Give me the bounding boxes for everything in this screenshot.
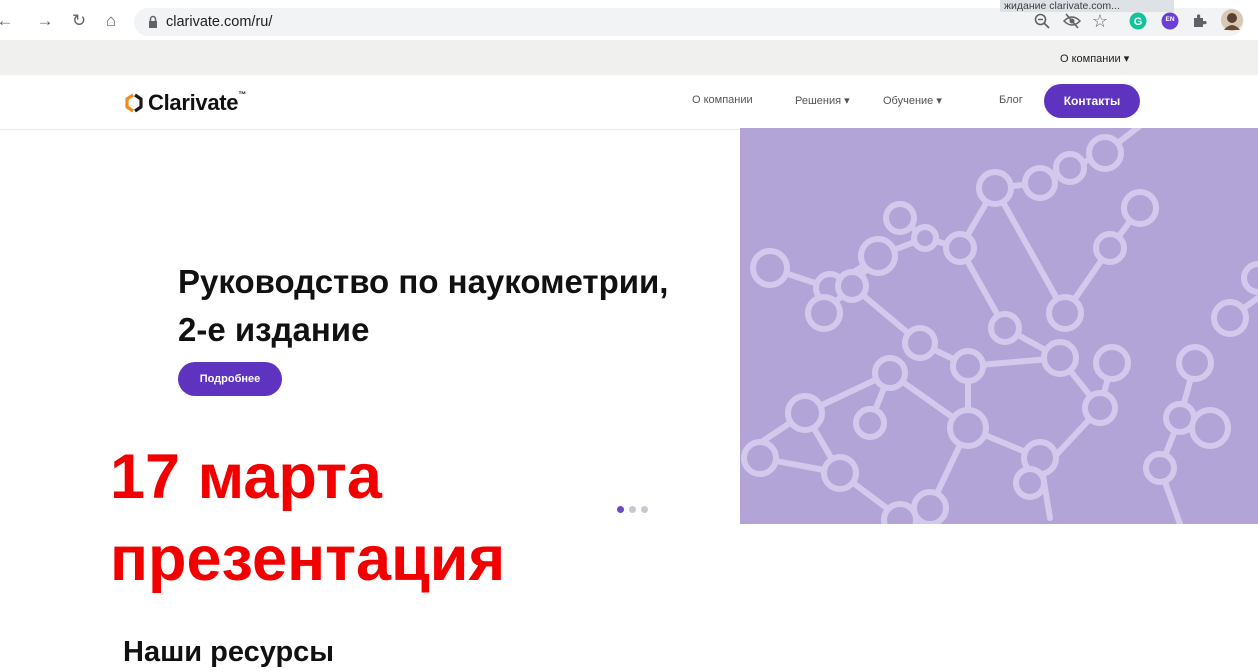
zoom-icon[interactable]: [1032, 11, 1052, 31]
contacts-button[interactable]: Контакты: [1044, 84, 1140, 118]
learn-more-button[interactable]: Подробнее: [178, 362, 282, 396]
forward-arrow-icon[interactable]: →: [34, 10, 56, 32]
clarivate-logo-icon[interactable]: [124, 93, 144, 113]
hero-network-image: [740, 115, 1258, 539]
home-icon[interactable]: ⌂: [100, 10, 122, 32]
url-text[interactable]: clarivate.com/ru/: [166, 14, 272, 30]
logo-trademark: ™: [238, 90, 246, 99]
utility-about-menu[interactable]: О компании ▾: [1060, 52, 1129, 65]
extension-label: EN: [1165, 16, 1175, 23]
svg-text:G: G: [1134, 16, 1143, 28]
profile-avatar[interactable]: [1220, 8, 1244, 32]
reload-icon[interactable]: ↻: [68, 10, 90, 32]
carousel-indicators: [617, 506, 657, 514]
back-arrow-icon[interactable]: ←: [0, 10, 16, 32]
carousel-dot[interactable]: [629, 506, 636, 513]
eye-off-icon[interactable]: [1062, 11, 1082, 31]
star-icon[interactable]: ☆: [1090, 11, 1110, 31]
resources-heading: Наши ресурсы: [123, 636, 335, 668]
carousel-dot-active[interactable]: [617, 506, 624, 513]
nav-blog[interactable]: Блог: [999, 94, 1023, 106]
overlay-annotation: 17 марта презентация: [110, 436, 505, 600]
hero-title: Руководство по наукометрии, 2-е издание: [178, 263, 669, 348]
logo-wordmark: Clarivate: [148, 90, 239, 115]
logo-text[interactable]: Clarivate™: [148, 90, 246, 116]
grammarly-icon[interactable]: G: [1128, 11, 1148, 31]
carousel-dot[interactable]: [641, 506, 648, 513]
overlay-line-date: 17 марта: [110, 442, 382, 512]
nav-learning[interactable]: Обучение ▾: [883, 94, 942, 107]
nav-solutions[interactable]: Решения ▾: [795, 94, 850, 107]
overlay-line-presentation: презентация: [110, 524, 506, 594]
puzzle-icon[interactable]: [1190, 11, 1210, 31]
lock-icon[interactable]: [148, 15, 158, 29]
nav-about[interactable]: О компании: [692, 94, 753, 106]
translate-extension-icon[interactable]: EN: [1160, 11, 1180, 31]
